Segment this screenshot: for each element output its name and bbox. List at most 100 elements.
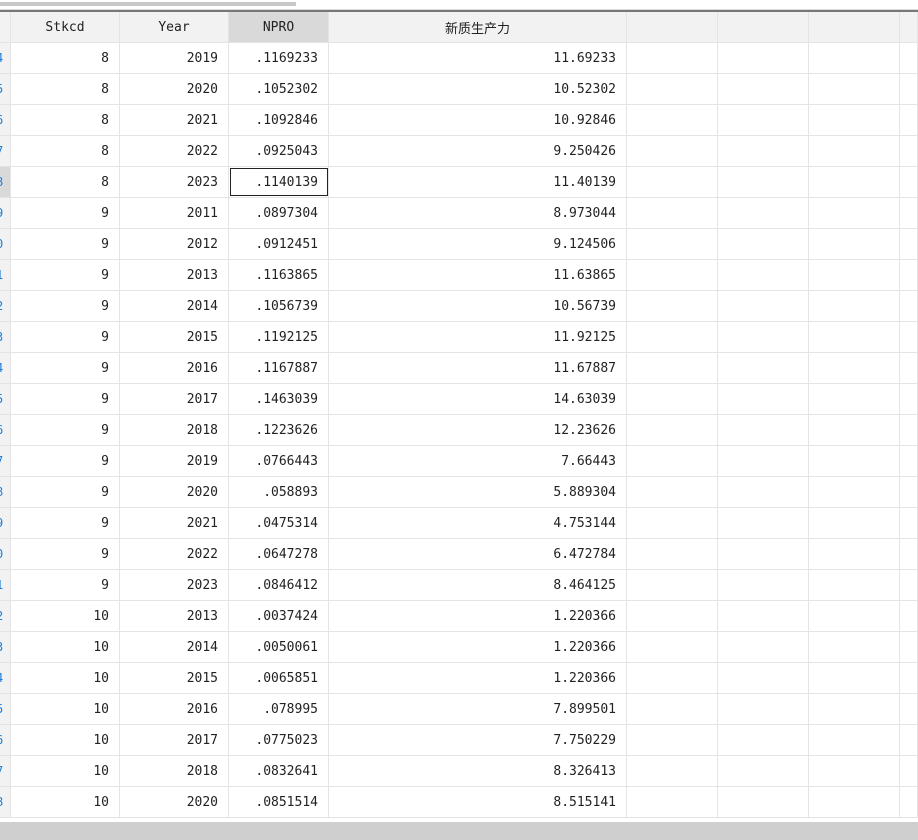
row-header-corner[interactable] [0, 12, 11, 42]
cell-year[interactable]: 2017 [120, 384, 229, 414]
row-number[interactable]: 4 [0, 353, 11, 383]
cell-npro[interactable]: .0897304 [229, 198, 329, 228]
cell-empty[interactable] [809, 632, 900, 662]
row-number[interactable]: 4 [0, 43, 11, 73]
cell-empty[interactable] [809, 353, 900, 383]
cell-empty[interactable] [718, 105, 809, 135]
row-number[interactable]: 5 [0, 74, 11, 104]
cell-empty[interactable] [809, 694, 900, 724]
cell-new-productivity[interactable]: 11.92125 [329, 322, 627, 352]
cell-new-productivity[interactable]: 6.472784 [329, 539, 627, 569]
cell-stkcd[interactable]: 9 [11, 229, 120, 259]
cell-stkcd[interactable]: 9 [11, 477, 120, 507]
row-number[interactable]: 7 [0, 446, 11, 476]
column-header-new-productivity[interactable]: 新质生产力 [329, 12, 627, 42]
cell-npro[interactable]: .0475314 [229, 508, 329, 538]
cell-stkcd[interactable]: 9 [11, 508, 120, 538]
cell-empty[interactable] [809, 229, 900, 259]
cell-empty[interactable] [900, 446, 918, 476]
cell-stkcd[interactable]: 9 [11, 446, 120, 476]
cell-empty[interactable] [718, 74, 809, 104]
cell-empty[interactable] [627, 508, 718, 538]
cell-new-productivity[interactable]: 7.750229 [329, 725, 627, 755]
cell-year[interactable]: 2013 [120, 260, 229, 290]
cell-empty[interactable] [718, 756, 809, 786]
cell-new-productivity[interactable]: 5.889304 [329, 477, 627, 507]
cell-new-productivity[interactable]: 1.220366 [329, 632, 627, 662]
cell-empty[interactable] [627, 260, 718, 290]
cell-empty[interactable] [718, 694, 809, 724]
cell-empty[interactable] [900, 477, 918, 507]
cell-empty[interactable] [627, 756, 718, 786]
cell-empty[interactable] [718, 198, 809, 228]
column-header-npro[interactable]: NPRO [229, 12, 329, 42]
row-number[interactable]: 7 [0, 136, 11, 166]
column-header-empty[interactable] [627, 12, 718, 42]
cell-empty[interactable] [900, 198, 918, 228]
cell-empty[interactable] [900, 601, 918, 631]
row-number[interactable]: 3 [0, 632, 11, 662]
cell-empty[interactable] [627, 167, 718, 197]
row-number[interactable]: 7 [0, 756, 11, 786]
cell-new-productivity[interactable]: 8.515141 [329, 787, 627, 817]
cell-empty[interactable] [627, 322, 718, 352]
row-number[interactable]: 1 [0, 260, 11, 290]
cell-year[interactable]: 2022 [120, 136, 229, 166]
cell-stkcd[interactable]: 10 [11, 694, 120, 724]
cell-empty[interactable] [627, 415, 718, 445]
cell-empty[interactable] [718, 291, 809, 321]
cell-empty[interactable] [718, 725, 809, 755]
column-header-empty[interactable] [900, 12, 918, 42]
cell-new-productivity[interactable]: 8.326413 [329, 756, 627, 786]
cell-empty[interactable] [900, 229, 918, 259]
cell-empty[interactable] [809, 260, 900, 290]
cell-npro[interactable]: .1140139 [229, 167, 329, 197]
cell-npro[interactable]: .0775023 [229, 725, 329, 755]
cell-stkcd[interactable]: 10 [11, 787, 120, 817]
cell-npro[interactable]: .1167887 [229, 353, 329, 383]
cell-new-productivity[interactable]: 8.973044 [329, 198, 627, 228]
cell-empty[interactable] [900, 787, 918, 817]
cell-year[interactable]: 2018 [120, 756, 229, 786]
row-number[interactable]: 8 [0, 167, 11, 197]
cell-empty[interactable] [718, 632, 809, 662]
cell-npro[interactable]: .1052302 [229, 74, 329, 104]
cell-empty[interactable] [900, 415, 918, 445]
cell-year[interactable]: 2016 [120, 694, 229, 724]
cell-empty[interactable] [809, 756, 900, 786]
cell-stkcd[interactable]: 9 [11, 322, 120, 352]
cell-year[interactable]: 2019 [120, 43, 229, 73]
horizontal-scrollbar[interactable] [0, 822, 918, 840]
cell-npro[interactable]: .1192125 [229, 322, 329, 352]
cell-stkcd[interactable]: 8 [11, 105, 120, 135]
cell-empty[interactable] [627, 353, 718, 383]
cell-npro[interactable]: .0647278 [229, 539, 329, 569]
cell-year[interactable]: 2016 [120, 353, 229, 383]
row-number[interactable]: 2 [0, 601, 11, 631]
cell-empty[interactable] [809, 291, 900, 321]
cell-year[interactable]: 2021 [120, 105, 229, 135]
cell-empty[interactable] [809, 167, 900, 197]
cell-new-productivity[interactable]: 11.69233 [329, 43, 627, 73]
cell-stkcd[interactable]: 9 [11, 415, 120, 445]
cell-year[interactable]: 2023 [120, 570, 229, 600]
cell-year[interactable]: 2012 [120, 229, 229, 259]
cell-new-productivity[interactable]: 8.464125 [329, 570, 627, 600]
cell-empty[interactable] [809, 415, 900, 445]
cell-empty[interactable] [900, 632, 918, 662]
cell-empty[interactable] [900, 291, 918, 321]
cell-empty[interactable] [718, 601, 809, 631]
cell-new-productivity[interactable]: 1.220366 [329, 663, 627, 693]
cell-year[interactable]: 2017 [120, 725, 229, 755]
cell-empty[interactable] [718, 415, 809, 445]
cell-npro[interactable]: .0037424 [229, 601, 329, 631]
cell-year[interactable]: 2022 [120, 539, 229, 569]
cell-new-productivity[interactable]: 11.40139 [329, 167, 627, 197]
cell-empty[interactable] [900, 74, 918, 104]
cell-year[interactable]: 2020 [120, 787, 229, 817]
cell-empty[interactable] [809, 570, 900, 600]
cell-empty[interactable] [809, 446, 900, 476]
row-number[interactable]: 4 [0, 663, 11, 693]
cell-empty[interactable] [900, 756, 918, 786]
cell-empty[interactable] [809, 477, 900, 507]
